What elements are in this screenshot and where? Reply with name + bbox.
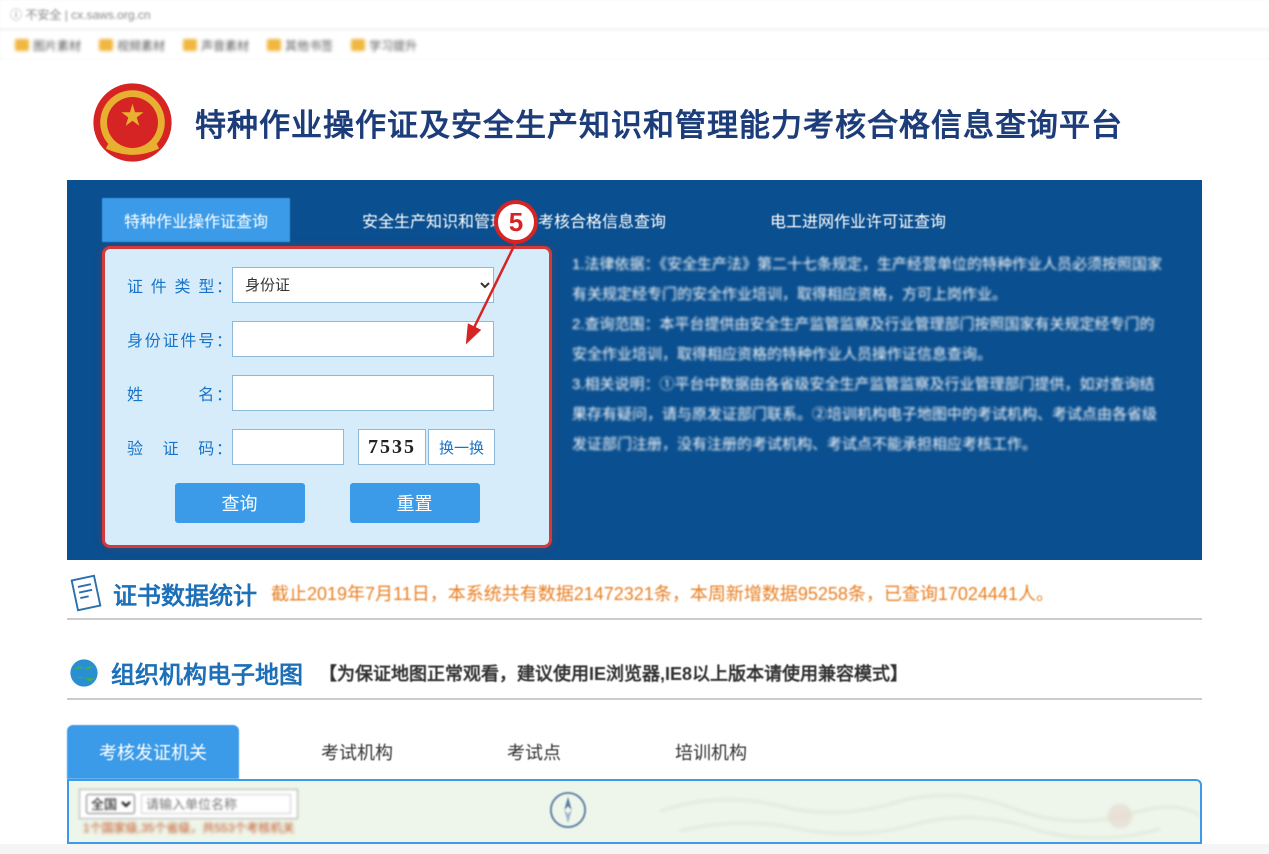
map-section: 组织机构电子地图 【为保证地图正常观看，建议使用IE浏览器,IE8以上版本请使用…	[67, 655, 1202, 844]
folder-icon	[267, 39, 281, 51]
folder-icon	[183, 39, 197, 51]
bookmark-item[interactable]: 学习提升	[351, 37, 417, 54]
map-area[interactable]: 全国 1个国家级,35个省级，共553个考核机关	[67, 779, 1202, 844]
captcha-refresh-button[interactable]: 换一换	[428, 429, 495, 465]
bookmark-item[interactable]: 视频素材	[99, 37, 165, 54]
label-id-number: 身份证件号：	[127, 327, 232, 351]
site-header: 特种作业操作证及安全生产知识和管理能力考核合格信息查询平台	[0, 60, 1269, 180]
map-note: 【为保证地图正常观看，建议使用IE浏览器,IE8以上版本请使用兼容模式】	[319, 660, 908, 686]
info-item: 1.法律依据：《安全生产法》第二十七条规定，生产经营单位的特种作业人员必须按照国…	[572, 250, 1167, 310]
page-content: 特种作业操作证及安全生产知识和管理能力考核合格信息查询平台 5 特种作业操作证查…	[0, 60, 1269, 844]
globe-icon	[67, 656, 101, 690]
map-tab-exam-org[interactable]: 考试机构	[289, 725, 425, 779]
name-input[interactable]	[232, 375, 494, 411]
query-tabs: 特种作业操作证查询 安全生产知识和管理能力考核合格信息查询 电工进网作业许可证查…	[67, 180, 1202, 242]
region-select[interactable]: 全国	[86, 794, 135, 814]
captcha-image: 7535	[358, 429, 426, 465]
map-substat: 1个国家级,35个省级，共553个考核机关	[83, 819, 294, 836]
bookmark-item[interactable]: 声音素材	[183, 37, 249, 54]
cert-type-select[interactable]: 身份证	[232, 267, 494, 303]
map-tabs: 考核发证机关 考试机构 考试点 培训机构	[67, 725, 1202, 779]
map-title: 组织机构电子地图	[111, 655, 303, 690]
org-search-input[interactable]	[141, 794, 291, 814]
folder-icon	[351, 39, 365, 51]
map-background	[640, 781, 1200, 844]
security-indicator: ⓘ 不安全 | cx.saws.org.cn	[10, 6, 151, 23]
compass-icon[interactable]	[549, 791, 587, 829]
annotation-badge-5: 5	[494, 200, 538, 244]
site-title: 特种作业操作证及安全生产知识和管理能力考核合格信息查询平台	[195, 100, 1123, 145]
info-item: 3.相关说明：①平台中数据由各省级安全生产监管监察及行业管理部门提供，如对查询结…	[572, 370, 1167, 460]
info-item: 2.查询范围：本平台提供由安全生产监管监察及行业管理部门按照国家有关规定经专门的…	[572, 310, 1167, 370]
id-number-input[interactable]	[232, 321, 494, 357]
label-cert-type: 证 件 类 型：	[127, 273, 232, 297]
info-panel: 1.法律依据：《安全生产法》第二十七条规定，生产经营单位的特种作业人员必须按照国…	[572, 242, 1167, 460]
folder-icon	[99, 39, 113, 51]
main-panel: 特种作业操作证查询 安全生产知识和管理能力考核合格信息查询 电工进网作业许可证查…	[67, 180, 1202, 560]
stats-section: 证书数据统计 截止2019年7月11日，本系统共有数据21472321条，本周新…	[67, 568, 1202, 620]
captcha-input[interactable]	[232, 429, 344, 465]
label-captcha: 验 证 码：	[127, 435, 232, 459]
label-name: 姓 名：	[127, 381, 232, 405]
browser-address-bar: ⓘ 不安全 | cx.saws.org.cn	[0, 0, 1269, 30]
stats-text: 截止2019年7月11日，本系统共有数据21472321条，本周新增数据9525…	[271, 580, 1054, 606]
bookmark-item[interactable]: 图片素材	[15, 37, 81, 54]
bookmark-item[interactable]: 其他书签	[267, 37, 333, 54]
folder-icon	[15, 39, 29, 51]
map-search-controls: 全国	[79, 789, 298, 819]
tab-electrician[interactable]: 电工进网作业许可证查询	[748, 198, 968, 242]
stats-title: 证书数据统计	[113, 576, 257, 611]
national-emblem-icon	[90, 80, 175, 165]
map-tab-training[interactable]: 培训机构	[643, 725, 779, 779]
reset-button[interactable]: 重置	[350, 483, 480, 523]
bookmarks-bar: 图片素材 视频素材 声音素材 其他书签 学习提升	[0, 30, 1269, 60]
map-tab-exam-point[interactable]: 考试点	[475, 725, 593, 779]
map-tab-authority[interactable]: 考核发证机关	[67, 725, 239, 779]
document-icon	[63, 570, 108, 615]
query-form: 证 件 类 型： 身份证 身份证件号： 姓 名： 验 证 码： 7535	[102, 246, 552, 548]
tab-special-cert[interactable]: 特种作业操作证查询	[102, 198, 290, 242]
submit-button[interactable]: 查询	[175, 483, 305, 523]
